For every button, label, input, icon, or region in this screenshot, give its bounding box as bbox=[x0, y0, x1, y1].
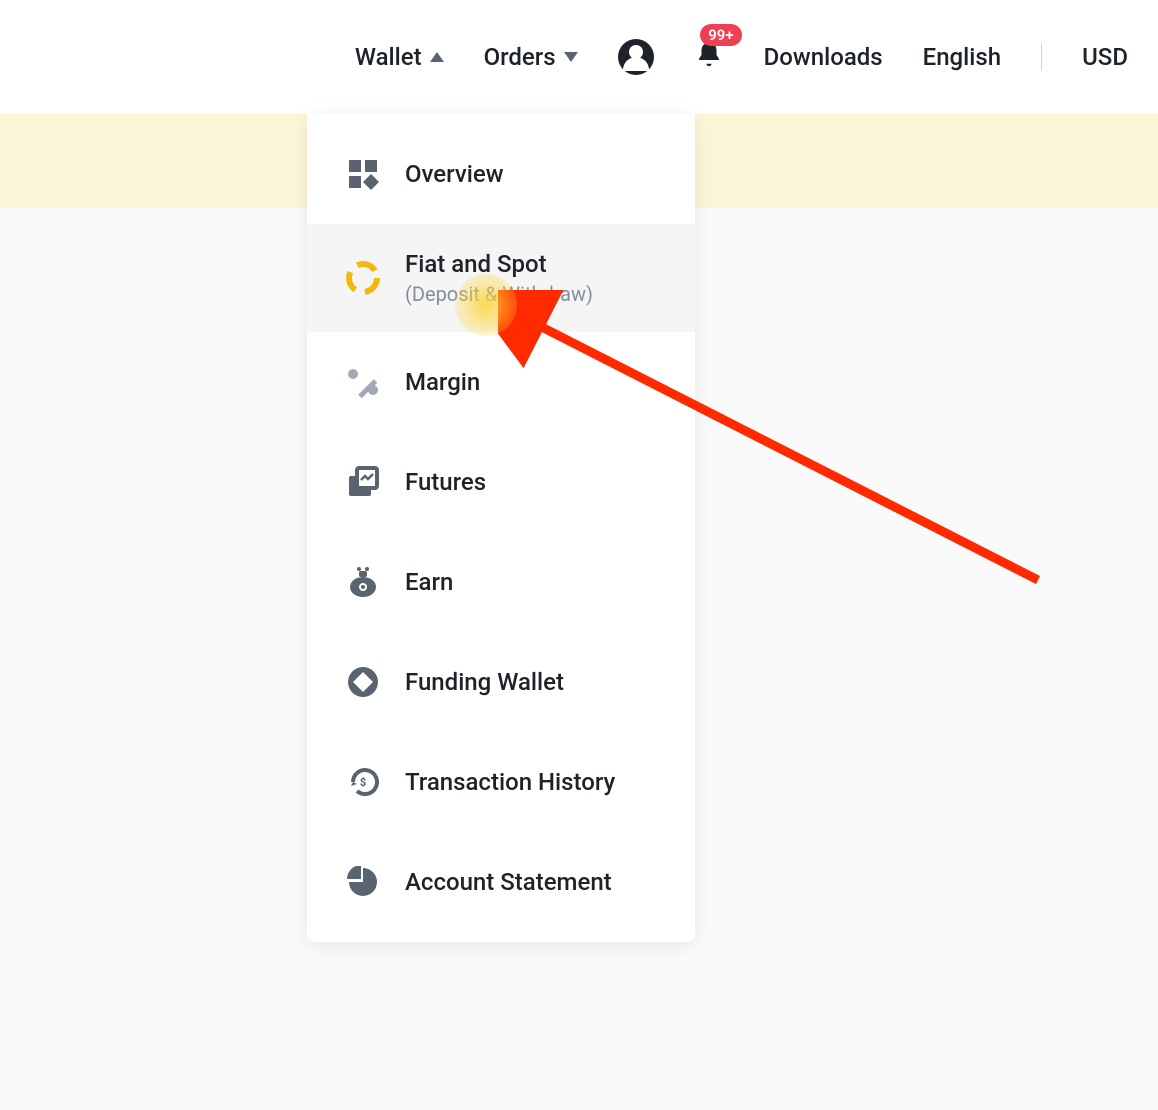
funding-icon bbox=[345, 664, 381, 700]
language-selector[interactable]: English bbox=[923, 43, 1001, 71]
caret-up-icon bbox=[430, 52, 444, 62]
notification-badge: 99+ bbox=[700, 24, 741, 46]
spot-icon bbox=[345, 260, 381, 296]
menu-earn[interactable]: Earn bbox=[307, 532, 695, 632]
wallet-dropdown: Overview Fiat and Spot (Deposit & Withdr… bbox=[307, 114, 695, 942]
currency-selector[interactable]: USD bbox=[1082, 43, 1128, 71]
menu-label: Funding Wallet bbox=[405, 668, 564, 696]
notifications-bell[interactable]: 99+ bbox=[694, 40, 724, 74]
menu-margin[interactable]: Margin bbox=[307, 332, 695, 432]
menu-label: Transaction History bbox=[405, 768, 615, 796]
menu-account-statement[interactable]: Account Statement bbox=[307, 832, 695, 932]
futures-icon bbox=[345, 464, 381, 500]
language-label: English bbox=[923, 43, 1001, 71]
menu-label: Futures bbox=[405, 468, 486, 496]
menu-overview[interactable]: Overview bbox=[307, 124, 695, 224]
downloads-link[interactable]: Downloads bbox=[764, 43, 883, 71]
wallet-label: Wallet bbox=[355, 43, 422, 71]
menu-label: Account Statement bbox=[405, 868, 612, 896]
menu-label: Earn bbox=[405, 568, 453, 596]
divider bbox=[1041, 43, 1042, 71]
menu-fiat-spot[interactable]: Fiat and Spot (Deposit & Withdraw) bbox=[307, 224, 695, 332]
statement-icon bbox=[345, 864, 381, 900]
topbar: Wallet Orders 99+ Downloads English USD bbox=[0, 0, 1158, 114]
currency-label: USD bbox=[1082, 43, 1128, 71]
orders-nav[interactable]: Orders bbox=[484, 43, 578, 71]
svg-text:$: $ bbox=[360, 776, 366, 789]
menu-sublabel: (Deposit & Withdraw) bbox=[405, 282, 593, 306]
user-icon[interactable] bbox=[618, 39, 654, 75]
earn-icon bbox=[345, 564, 381, 600]
menu-label: Margin bbox=[405, 368, 480, 396]
menu-funding-wallet[interactable]: Funding Wallet bbox=[307, 632, 695, 732]
grid-icon bbox=[345, 156, 381, 192]
margin-icon bbox=[345, 364, 381, 400]
downloads-label: Downloads bbox=[764, 43, 883, 71]
caret-down-icon bbox=[564, 52, 578, 62]
wallet-nav[interactable]: Wallet bbox=[355, 43, 444, 71]
menu-label: Overview bbox=[405, 160, 504, 188]
menu-label: Fiat and Spot bbox=[405, 250, 593, 278]
history-icon: $ bbox=[345, 764, 381, 800]
menu-transaction-history[interactable]: $ Transaction History bbox=[307, 732, 695, 832]
orders-label: Orders bbox=[484, 43, 556, 71]
menu-futures[interactable]: Futures bbox=[307, 432, 695, 532]
